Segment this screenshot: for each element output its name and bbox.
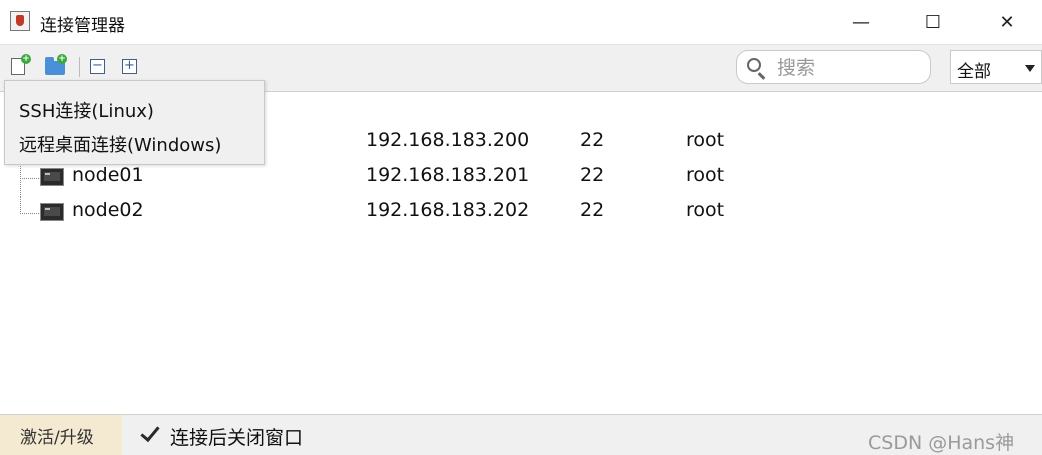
- node-name: node02: [72, 199, 144, 221]
- tree-row[interactable]: node02 192.168.183.202 22 root: [0, 196, 1042, 230]
- tree-row[interactable]: node01 192.168.183.201 22 root: [0, 161, 1042, 195]
- window-title: 连接管理器: [40, 16, 125, 36]
- terminal-icon: [40, 168, 64, 186]
- terminal-icon: [40, 203, 64, 221]
- new-connection-menu: SSH连接(Linux) 远程桌面连接(Windows): [4, 80, 265, 165]
- filter-selected-value: 全部: [957, 62, 991, 82]
- tree-connector-line: [20, 178, 21, 195]
- port: 22: [580, 129, 605, 151]
- expand-all-button[interactable]: +: [118, 55, 140, 77]
- username: root: [686, 164, 725, 186]
- filter-select[interactable]: 全部: [950, 50, 1042, 84]
- port: 22: [580, 164, 605, 186]
- new-connection-button[interactable]: +: [8, 54, 31, 77]
- menu-item-ssh[interactable]: SSH连接(Linux): [19, 97, 154, 123]
- title-bar: 连接管理器 — ☐ ✕: [0, 0, 1042, 44]
- activate-upgrade-button[interactable]: 激活/升级: [0, 415, 122, 455]
- new-folder-button[interactable]: +: [44, 54, 67, 77]
- chevron-down-icon: [1025, 65, 1035, 72]
- host-ip: 192.168.183.201: [366, 164, 530, 186]
- node-name: node01: [72, 164, 144, 186]
- close-after-connect-checkbox[interactable]: [140, 421, 161, 443]
- plus-badge-icon: +: [21, 54, 31, 64]
- username: root: [686, 129, 725, 151]
- search-box[interactable]: [736, 50, 931, 84]
- java-app-icon: [10, 11, 30, 31]
- minimize-button[interactable]: —: [826, 0, 896, 44]
- collapse-all-icon: −: [90, 59, 105, 74]
- host-ip: 192.168.183.202: [366, 199, 530, 221]
- expand-all-icon: +: [122, 59, 137, 74]
- tree-connector-line: [20, 196, 39, 214]
- port: 22: [580, 199, 605, 221]
- search-input[interactable]: [775, 55, 924, 81]
- checkmark-icon: [140, 421, 160, 443]
- collapse-all-button[interactable]: −: [86, 55, 108, 77]
- maximize-button[interactable]: ☐: [898, 0, 968, 44]
- host-ip: 192.168.183.200: [366, 129, 530, 151]
- search-icon: [747, 58, 761, 72]
- close-button[interactable]: ✕: [972, 0, 1042, 44]
- close-after-connect-label: 连接后关闭窗口: [170, 427, 304, 449]
- plus-badge-icon: +: [57, 54, 67, 64]
- watermark: CSDN @Hans神: [868, 432, 1015, 454]
- toolbar-separator: [79, 57, 80, 77]
- username: root: [686, 199, 725, 221]
- menu-item-rdp[interactable]: 远程桌面连接(Windows): [19, 131, 221, 157]
